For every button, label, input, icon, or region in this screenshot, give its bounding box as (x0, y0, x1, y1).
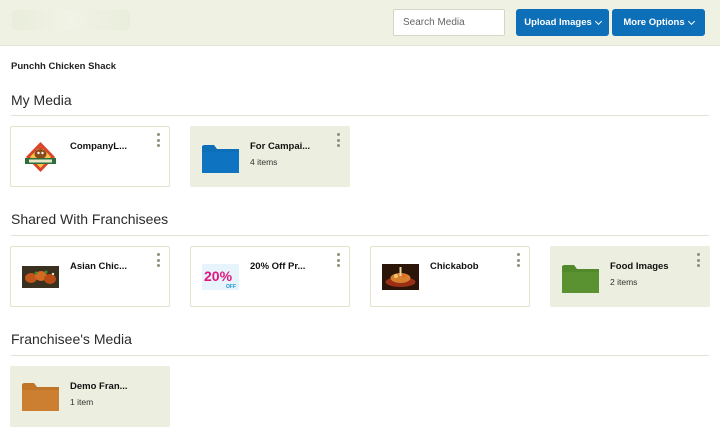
search-input[interactable] (393, 9, 505, 36)
media-name: CompanyL... (70, 141, 128, 152)
folder-item-count: 4 items (250, 157, 278, 167)
section-title-my-media: My Media (11, 92, 72, 108)
media-card-chickabob[interactable]: Chickabob (370, 246, 530, 307)
section-title-shared-with-franchisees: Shared With Franchisees (11, 211, 169, 227)
folder-item-count: 2 items (610, 277, 638, 287)
section-title-franchisees-media: Franchisee's Media (11, 331, 132, 347)
kebab-menu-icon[interactable] (155, 133, 161, 147)
kebab-menu-icon[interactable] (515, 253, 521, 267)
company-logo-thumb (22, 140, 59, 174)
kebab-menu-icon[interactable] (335, 133, 341, 147)
media-card-company-logo[interactable]: CompanyL... (10, 126, 170, 187)
section-divider (11, 235, 709, 236)
media-name: Asian Chic... (70, 261, 128, 272)
asian-chicken-thumb (22, 260, 59, 294)
folder-card-for-campaigns[interactable]: For Campai... 4 items (190, 126, 350, 187)
kebab-menu-icon[interactable] (695, 253, 701, 267)
section-divider (11, 355, 709, 356)
brand-logo (12, 10, 130, 30)
kebab-menu-icon[interactable] (335, 253, 341, 267)
thumb-off-text: OFF (226, 284, 236, 290)
thumb-percent-text: 20% (204, 268, 233, 284)
folder-icon (22, 379, 59, 413)
folder-icon (562, 261, 599, 295)
folder-name: Food Images (610, 261, 669, 272)
media-name: 20% Off Pr... (250, 261, 306, 272)
twenty-percent-off-thumb: 20% OFF (202, 260, 239, 294)
folder-icon (202, 141, 239, 175)
media-card-20-off-promo[interactable]: 20% OFF 20% Off Pr... (190, 246, 350, 307)
chickabob-thumb (382, 260, 419, 294)
chevron-down-icon (594, 17, 602, 25)
more-options-button[interactable]: More Options (612, 9, 705, 36)
folder-card-food-images[interactable]: Food Images 2 items (550, 246, 710, 307)
media-card-asian-chicken[interactable]: Asian Chic... (10, 246, 170, 307)
kebab-menu-icon[interactable] (155, 253, 161, 267)
upload-images-button[interactable]: Upload Images (516, 9, 609, 36)
folder-name: For Campai... (250, 141, 311, 152)
media-name: Chickabob (430, 261, 479, 272)
more-options-label: More Options (623, 17, 685, 28)
upload-images-label: Upload Images (524, 17, 592, 28)
section-divider (11, 115, 709, 116)
top-bar: Upload Images More Options (0, 0, 720, 46)
folder-item-count: 1 item (70, 397, 94, 407)
company-name: Punchh Chicken Shack (11, 61, 117, 72)
folder-name: Demo Fran... (70, 381, 128, 392)
chevron-down-icon (687, 17, 695, 25)
folder-card-demo-franchisee[interactable]: Demo Fran... 1 item (10, 366, 170, 427)
